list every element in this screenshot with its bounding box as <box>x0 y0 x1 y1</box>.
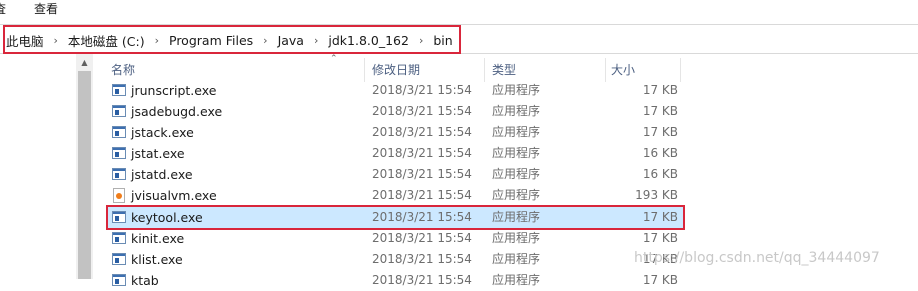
file-type: 应用程序 <box>492 231 541 245</box>
file-row[interactable]: jstack.exe 2018/3/21 15:54 应用程序 17 KB <box>108 122 918 143</box>
address-bar[interactable]: 此电脑 › 本地磁盘 (C:) › Program Files › Java ›… <box>0 24 918 54</box>
chevron-right-icon[interactable]: › <box>54 34 58 47</box>
file-date: 2018/3/21 15:54 <box>372 125 472 139</box>
file-name: jsadebugd.exe <box>131 104 223 119</box>
menu-bar: 査 查看 <box>0 0 918 20</box>
file-name: jrunscript.exe <box>131 83 217 98</box>
file-row[interactable]: jstatd.exe 2018/3/21 15:54 应用程序 16 KB <box>108 164 918 185</box>
address-bar-frame: 此电脑 › 本地磁盘 (C:) › Program Files › Java ›… <box>0 24 918 54</box>
column-divider[interactable] <box>364 58 365 82</box>
column-divider[interactable] <box>680 58 681 82</box>
chevron-right-icon[interactable]: › <box>314 34 318 47</box>
menu-item-view[interactable]: 查看 <box>34 0 58 17</box>
column-divider[interactable] <box>484 58 485 82</box>
file-name: keytool.exe <box>131 210 203 225</box>
jvisualvm-icon <box>113 188 125 203</box>
sort-ascending-icon: ⌃ <box>330 54 338 64</box>
file-type: 应用程序 <box>492 273 541 287</box>
file-type: 应用程序 <box>492 252 541 266</box>
file-size: 193 KB <box>635 188 678 202</box>
menu-item-partial[interactable]: 査 <box>0 0 6 17</box>
scrollbar-thumb[interactable] <box>78 71 91 279</box>
file-type: 应用程序 <box>492 125 541 139</box>
nav-scrollbar[interactable]: ▲ <box>76 54 93 279</box>
file-date: 2018/3/21 15:54 <box>372 273 472 287</box>
file-name: jstat.exe <box>131 146 185 161</box>
exe-icon <box>112 168 126 180</box>
file-size: 17 KB <box>642 210 678 224</box>
file-type: 应用程序 <box>492 83 541 97</box>
file-row[interactable]: jrunscript.exe 2018/3/21 15:54 应用程序 17 K… <box>108 80 918 101</box>
file-type: 应用程序 <box>492 146 541 160</box>
file-date: 2018/3/21 15:54 <box>372 231 472 245</box>
file-name: jvisualvm.exe <box>131 188 217 203</box>
column-divider[interactable] <box>605 58 606 82</box>
file-size: 16 KB <box>642 146 678 160</box>
file-name: ktab <box>131 273 159 288</box>
navigation-pane <box>0 54 76 279</box>
file-size: 17 KB <box>642 125 678 139</box>
breadcrumb-program-files[interactable]: Program Files <box>169 33 253 48</box>
file-type: 应用程序 <box>492 167 541 181</box>
file-size: 17 KB <box>642 231 678 245</box>
chevron-right-icon[interactable]: › <box>155 34 159 47</box>
file-row[interactable]: ktab 2018/3/21 15:54 应用程序 17 KB <box>108 270 918 291</box>
file-name: klist.exe <box>131 252 183 267</box>
watermark: https://blog.csdn.net/qq_34444097 <box>634 250 880 266</box>
exe-icon <box>112 105 126 117</box>
breadcrumb-jdk[interactable]: jdk1.8.0_162 <box>328 33 409 48</box>
exe-icon <box>112 126 126 138</box>
breadcrumb: 此电脑 › 本地磁盘 (C:) › Program Files › Java ›… <box>6 25 453 55</box>
breadcrumb-java[interactable]: Java <box>278 33 304 48</box>
file-size: 17 KB <box>642 104 678 118</box>
file-type: 应用程序 <box>492 104 541 118</box>
file-type: 应用程序 <box>492 188 541 202</box>
chevron-right-icon[interactable]: › <box>263 34 267 47</box>
file-row[interactable]: kinit.exe 2018/3/21 15:54 应用程序 17 KB <box>108 228 918 249</box>
file-row[interactable]: jsadebugd.exe 2018/3/21 15:54 应用程序 17 KB <box>108 101 918 122</box>
exe-icon <box>112 253 126 265</box>
file-size: 17 KB <box>642 273 678 287</box>
chevron-right-icon[interactable]: › <box>419 34 423 47</box>
file-size: 16 KB <box>642 167 678 181</box>
file-date: 2018/3/21 15:54 <box>372 83 472 97</box>
file-date: 2018/3/21 15:54 <box>372 210 472 224</box>
exe-icon <box>112 147 126 159</box>
file-name: kinit.exe <box>131 231 185 246</box>
file-size: 17 KB <box>642 83 678 97</box>
file-row-selected[interactable]: keytool.exe 2018/3/21 15:54 应用程序 17 KB <box>108 207 918 228</box>
exe-icon <box>112 84 126 96</box>
scroll-up-icon[interactable]: ▲ <box>76 54 93 71</box>
file-date: 2018/3/21 15:54 <box>372 167 472 181</box>
file-date: 2018/3/21 15:54 <box>372 252 472 266</box>
file-row[interactable]: jvisualvm.exe 2018/3/21 15:54 应用程序 193 K… <box>108 185 918 206</box>
file-date: 2018/3/21 15:54 <box>372 104 472 118</box>
breadcrumb-this-pc[interactable]: 此电脑 <box>6 31 44 50</box>
file-name: jstack.exe <box>131 125 194 140</box>
file-row[interactable]: jstat.exe 2018/3/21 15:54 应用程序 16 KB <box>108 143 918 164</box>
file-date: 2018/3/21 15:54 <box>372 188 472 202</box>
exe-icon <box>112 211 126 223</box>
breadcrumb-local-disk[interactable]: 本地磁盘 (C:) <box>68 31 145 50</box>
exe-icon <box>112 232 126 244</box>
file-name: jstatd.exe <box>131 167 193 182</box>
file-date: 2018/3/21 15:54 <box>372 146 472 160</box>
exe-icon <box>112 274 126 286</box>
file-type: 应用程序 <box>492 210 541 224</box>
breadcrumb-bin[interactable]: bin <box>433 33 452 48</box>
